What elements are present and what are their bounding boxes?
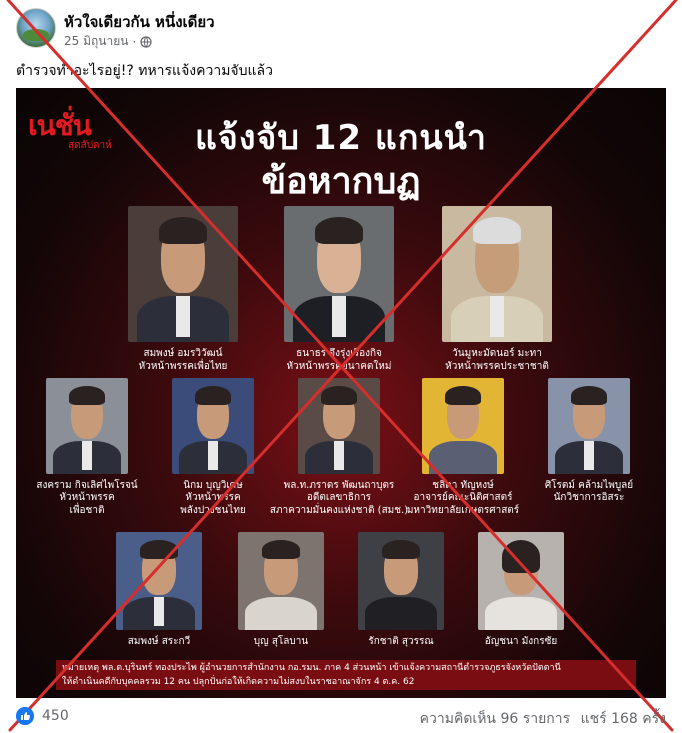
person-photo bbox=[478, 532, 564, 630]
person-photo bbox=[422, 378, 504, 474]
footnote-line-2: ให้ดำเนินคดีกับบุคคลรวม 12 คน ปลุกปั่นก่… bbox=[62, 677, 415, 687]
person-role: หัวหน้าพรรคเพื่อไทย bbox=[138, 361, 228, 372]
post-date[interactable]: 25 มิถุนายน bbox=[64, 32, 128, 51]
post-image[interactable]: เนชั่น สุดสัปดาห์ แจ้งจับ 12 แกนนำ ข้อหา… bbox=[16, 88, 666, 698]
person-photo bbox=[116, 532, 202, 630]
person-role: อดีตเลขาธิการ สภาความมั่นคงแห่งชาติ (สมช.… bbox=[269, 492, 409, 516]
person-role: หัวหน้าพรรคอนาคตใหม่ bbox=[286, 361, 392, 372]
person-card: ศิโรตม์ คล้ามไพบูลย์ นักวิชาการอิสระ bbox=[545, 378, 633, 503]
person-name: สมพงษ์ สระกวี bbox=[127, 636, 191, 647]
comment-count[interactable]: ความคิดเห็น 96 รายการ bbox=[420, 711, 571, 727]
person-photo bbox=[548, 378, 630, 474]
person-name: บุญ สุโลบาน bbox=[253, 636, 309, 647]
person-photo bbox=[358, 532, 444, 630]
person-role: หัวหน้าพรรค พลังปวงชนไทย bbox=[180, 492, 246, 516]
person-photo bbox=[442, 206, 552, 342]
post-footer: 450 ความคิดเห็น 96 รายการ แชร์ 168 ครั้ง bbox=[16, 704, 666, 728]
person-card: สมพงษ์ สระกวี bbox=[116, 532, 202, 647]
person-name: ธนาธร จึงรุ่งเรืองกิจ bbox=[296, 348, 382, 359]
page-avatar[interactable] bbox=[16, 8, 56, 48]
post-stats: ความคิดเห็น 96 รายการ แชร์ 168 ครั้ง bbox=[420, 708, 666, 730]
person-name: อัญชนา มังกรซัย bbox=[484, 636, 558, 647]
globe-icon bbox=[140, 35, 152, 48]
person-card: ธนาธร จึงรุ่งเรืองกิจ หัวหน้าพรรคอนาคตให… bbox=[284, 206, 394, 372]
person-photo bbox=[284, 206, 394, 342]
footnote-line-1: หมายเหตุ พล.ต.บุรินทร์ ทองประไพ ผู้อำนวย… bbox=[62, 663, 561, 673]
share-count[interactable]: แชร์ 168 ครั้ง bbox=[581, 711, 666, 727]
person-photo bbox=[298, 378, 380, 474]
person-card: นิกม บุญวิเศษ หัวหน้าพรรค พลังปวงชนไทย bbox=[172, 378, 254, 516]
person-name: สมพงษ์ อมรวิวัฒน์ bbox=[143, 348, 223, 359]
person-photo bbox=[238, 532, 324, 630]
person-name: รักชาติ สุวรรณ bbox=[368, 636, 434, 647]
person-role: หัวหน้าพรรค เพื่อชาติ bbox=[59, 492, 115, 516]
post-meta: 25 มิถุนายน · bbox=[64, 32, 152, 51]
person-role: นักวิชาการอิสระ bbox=[553, 492, 625, 503]
person-name: วันมูหะมัดนอร์ มะทา bbox=[452, 348, 542, 359]
meta-separator: · bbox=[132, 34, 137, 49]
image-footnote: หมายเหตุ พล.ต.บุรินทร์ ทองประไพ ผู้อำนวย… bbox=[56, 660, 636, 690]
person-photo bbox=[46, 378, 128, 474]
person-role: อาจารย์คณะนิติศาสตร์ มหาวิทยาลัยเกษตรศาสต… bbox=[406, 492, 520, 516]
person-role: หัวหน้าพรรคประชาชาติ bbox=[445, 361, 549, 372]
page-name[interactable]: หัวใจเดียวกัน หนึ่งเดียว bbox=[64, 10, 215, 34]
person-card: รักชาติ สุวรรณ bbox=[358, 532, 444, 647]
person-card: บุญ สุโลบาน bbox=[238, 532, 324, 647]
person-card: สมพงษ์ อมรวิวัฒน์ หัวหน้าพรรคเพื่อไทย bbox=[128, 206, 238, 372]
like-icon[interactable] bbox=[16, 707, 34, 725]
person-card: สงคราม กิจเลิศไพโรจน์ หัวหน้าพรรค เพื่อชา… bbox=[36, 378, 138, 516]
person-card: ชลิดา ทัญหงษ์ อาจารย์คณะนิติศาสตร์ มหาวิท… bbox=[407, 378, 519, 516]
person-photo bbox=[172, 378, 254, 474]
person-card: พล.ท.ภราดร พัฒนถาบุตร อดีตเลขาธิการ สภาคว… bbox=[270, 378, 408, 516]
person-card: วันมูหะมัดนอร์ มะทา หัวหน้าพรรคประชาชาติ bbox=[442, 206, 552, 372]
image-subheadline: ข้อหากบฏ bbox=[261, 161, 421, 202]
post-header: หัวใจเดียวกัน หนึ่งเดียว 25 มิถุนายน · bbox=[16, 8, 666, 52]
person-photo bbox=[128, 206, 238, 342]
like-count[interactable]: 450 bbox=[42, 708, 69, 724]
post-caption: ตำรวจทำอะไรอยู่!? ทหารแจ้งความจับแล้ว bbox=[16, 63, 273, 79]
person-card: อัญชนา มังกรซัย bbox=[478, 532, 564, 647]
